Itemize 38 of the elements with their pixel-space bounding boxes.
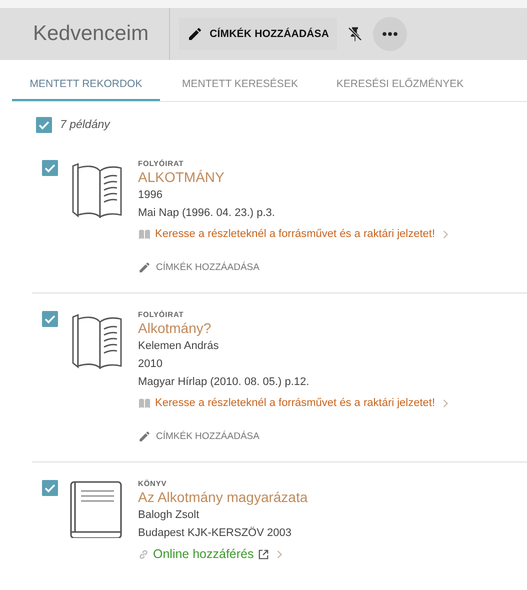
access-link[interactable]: Keresse a részleteknél a forrásművet és a raktári jelzetet! [155,227,436,241]
checkbox[interactable] [42,311,58,327]
record-detail: Kelemen András [138,339,219,354]
tab[interactable]: MENTETT KERESÉSEK [160,72,320,101]
chevron-right-icon[interactable] [442,398,450,408]
record-title-link[interactable]: Alkotmány? [138,320,212,337]
external-link-icon [258,548,269,560]
pencil-icon [186,26,203,42]
book-icon [69,480,123,538]
record-detail: 2010 [138,357,162,372]
open-book-icon [138,228,151,240]
chevron-right-icon[interactable] [276,548,283,560]
add-tags-button[interactable]: CÍMKÉK HOZZÁADÁSA [138,261,260,274]
record-detail: Magyar Hírlap (2010. 08. 05.) p.12. [138,375,310,390]
chevron-right-icon[interactable] [442,228,450,240]
pencil-icon [138,430,151,443]
record-title-link[interactable]: Az Alkotmány magyarázata [138,489,308,506]
pencil-icon [138,261,151,274]
page-title: Kedvenceim [32,22,150,46]
item-count: 7 példány [60,119,110,131]
access-link[interactable]: Online hozzáférés [153,547,254,561]
record-detail: Mai Nap (1996. 04. 23.) p.3. [138,206,275,221]
checkbox[interactable] [42,480,58,496]
open-book-icon [138,398,151,408]
record-detail: 1996 [138,188,162,203]
tab[interactable]: KERESÉSI ELŐZMÉNYEK [320,72,480,101]
add-tags-button[interactable]: CÍMKÉK HOZZÁADÁSA [178,18,338,50]
record-detail: Budapest KJK-KERSZÖV 2003 [138,526,292,541]
record-title-link[interactable]: ALKOTMÁNY [138,169,224,186]
access-link[interactable]: Keresse a részleteknél a forrásművet és a raktári jelzetet! [155,396,436,410]
more-options-button[interactable] [373,17,408,51]
add-tags-button[interactable]: CÍMKÉK HOZZÁADÁSA [138,430,260,443]
checkbox[interactable] [36,117,52,133]
record-detail: Balogh Zsolt [138,508,200,523]
tab[interactable]: MENTETT REKORDOK [12,72,160,101]
unpin-icon[interactable] [346,25,364,43]
checkbox[interactable] [42,160,58,176]
link-icon [138,548,149,560]
